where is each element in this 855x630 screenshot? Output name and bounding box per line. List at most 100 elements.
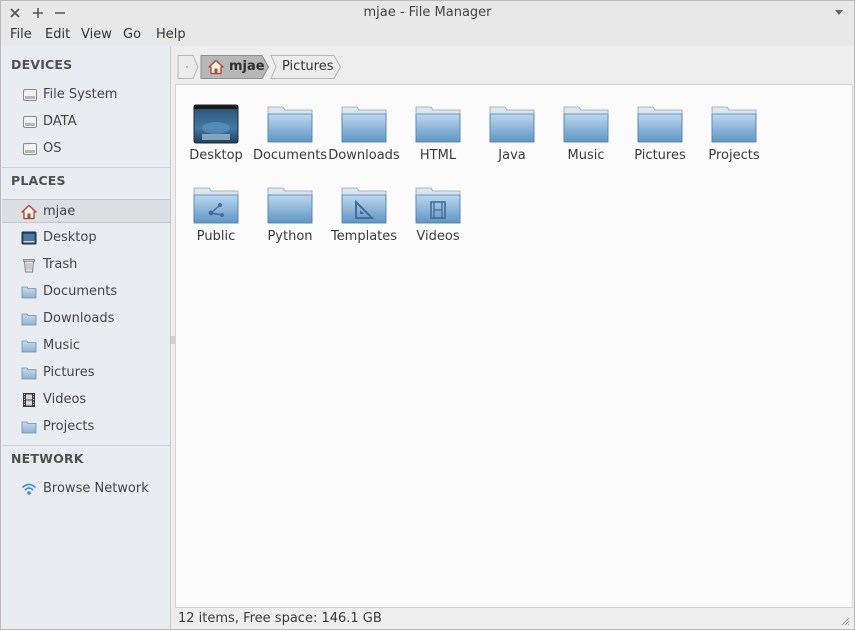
menu-go[interactable]: Go bbox=[123, 27, 141, 42]
folder-icon bbox=[415, 106, 461, 143]
sidebar-item-label: mjae bbox=[43, 204, 76, 219]
sidebar-item-label: Videos bbox=[43, 392, 87, 407]
folder-icon bbox=[267, 106, 313, 143]
window-title: mjae - File Manager bbox=[363, 5, 492, 20]
folder-public-icon bbox=[193, 187, 239, 224]
file-icon-view[interactable]: Desktop Documents Downloads HTML Java Mu… bbox=[175, 84, 853, 608]
breadcrumb-label: mjae bbox=[229, 59, 265, 74]
sidebar-item-label: Music bbox=[43, 338, 80, 353]
menu-help[interactable]: Help bbox=[156, 27, 186, 42]
folder-videos-icon bbox=[415, 187, 461, 224]
sidebar-item-label: Desktop bbox=[43, 230, 97, 245]
devices-header: DEVICES bbox=[11, 57, 73, 72]
file-item-label: Public bbox=[196, 229, 236, 244]
sidebar-item-label: Projects bbox=[43, 419, 95, 434]
file-item-python[interactable]: Python bbox=[253, 185, 327, 257]
wifi-icon bbox=[21, 483, 37, 495]
drive-icon bbox=[23, 116, 37, 128]
sidebar-item-label: Trash bbox=[43, 257, 78, 272]
menu-view[interactable]: View bbox=[81, 27, 112, 42]
folder-icon bbox=[21, 340, 37, 353]
file-item-label: Templates bbox=[330, 229, 398, 244]
chevron-down-icon bbox=[835, 10, 843, 15]
file-item-label: Documents bbox=[252, 148, 328, 163]
file-item-label: Downloads bbox=[328, 148, 400, 163]
drive-icon bbox=[23, 143, 37, 155]
section-divider bbox=[2, 445, 171, 446]
file-item-label: Projects bbox=[708, 148, 760, 163]
sidebar-item-file-system[interactable]: File System bbox=[2, 83, 170, 107]
sidebar-item-projects[interactable]: Projects bbox=[2, 415, 170, 439]
folder-icon bbox=[637, 106, 683, 143]
file-item-label: HTML bbox=[419, 148, 457, 163]
sidebar-item-browse-network[interactable]: Browse Network bbox=[2, 477, 170, 501]
home-icon bbox=[21, 204, 37, 220]
sidebar: DEVICES File System DATA OS PLACES mjae … bbox=[2, 46, 171, 629]
folder-icon bbox=[711, 106, 757, 143]
file-item-label: Python bbox=[267, 229, 313, 244]
sidebar-item-pictures[interactable]: Pictures bbox=[2, 361, 170, 385]
file-item-label: Videos bbox=[416, 229, 460, 244]
file-item-label: Desktop bbox=[189, 148, 243, 163]
file-item-html[interactable]: HTML bbox=[401, 104, 475, 176]
file-item-desktop[interactable]: Desktop bbox=[179, 104, 253, 176]
breadcrumb-mjae[interactable]: mjae bbox=[200, 55, 270, 79]
sidebar-item-label: File System bbox=[43, 87, 118, 102]
places-header: PLACES bbox=[11, 173, 66, 188]
window-menu-button[interactable] bbox=[832, 5, 846, 21]
sidebar-item-label: OS bbox=[43, 141, 62, 156]
sidebar-item-label: Downloads bbox=[43, 311, 115, 326]
file-item-downloads[interactable]: Downloads bbox=[327, 104, 401, 176]
menu-file[interactable]: File bbox=[10, 27, 32, 42]
file-item-java[interactable]: Java bbox=[475, 104, 549, 176]
breadcrumb-pictures[interactable]: Pictures bbox=[270, 55, 342, 79]
file-item-label: Music bbox=[567, 148, 605, 163]
folder-icon bbox=[21, 286, 37, 299]
menu-edit[interactable]: Edit bbox=[45, 27, 70, 42]
file-item-label: Pictures bbox=[634, 148, 686, 163]
menu-bar: File Edit View Go Help bbox=[1, 26, 854, 46]
sidebar-item-label: Pictures bbox=[43, 365, 95, 380]
status-text: 12 items, Free space: 146.1 GB bbox=[178, 611, 382, 626]
desktop-icon bbox=[21, 231, 37, 245]
sidebar-item-videos[interactable]: Videos bbox=[2, 388, 170, 412]
file-item-videos[interactable]: Videos bbox=[401, 185, 475, 257]
sidebar-item-os[interactable]: OS bbox=[2, 137, 170, 161]
sidebar-item-desktop[interactable]: Desktop bbox=[2, 226, 170, 250]
sidebar-item-music[interactable]: Music bbox=[2, 334, 170, 358]
sidebar-item-documents[interactable]: Documents bbox=[2, 280, 170, 304]
folder-icon bbox=[21, 313, 37, 326]
file-item-public[interactable]: Public bbox=[179, 185, 253, 257]
desktop-folder-icon bbox=[193, 104, 239, 144]
section-divider bbox=[2, 167, 171, 168]
folder-icon bbox=[341, 106, 387, 143]
breadcrumb-label: Pictures bbox=[282, 59, 334, 74]
sidebar-item-label: Browse Network bbox=[43, 481, 149, 496]
status-bar: 12 items, Free space: 146.1 GB bbox=[175, 608, 854, 629]
sidebar-item-mjae[interactable]: mjae bbox=[2, 199, 170, 223]
file-manager-window: mjae - File Manager File Edit View Go He… bbox=[0, 0, 855, 630]
file-item-documents[interactable]: Documents bbox=[253, 104, 327, 176]
home-icon bbox=[208, 59, 224, 75]
network-header: NETWORK bbox=[11, 451, 84, 466]
sidebar-item-label: DATA bbox=[43, 114, 77, 129]
drive-icon bbox=[23, 89, 37, 101]
folder-icon bbox=[21, 421, 37, 434]
file-item-music[interactable]: Music bbox=[549, 104, 623, 176]
file-item-templates[interactable]: Templates bbox=[327, 185, 401, 257]
folder-icon bbox=[489, 106, 535, 143]
title-bar[interactable]: mjae - File Manager bbox=[1, 1, 854, 26]
folder-templates-icon bbox=[341, 187, 387, 224]
sidebar-item-downloads[interactable]: Downloads bbox=[2, 307, 170, 331]
folder-icon bbox=[21, 367, 37, 380]
sidebar-item-label: Documents bbox=[43, 284, 118, 299]
file-item-label: Java bbox=[498, 148, 526, 163]
path-back-arrow-button[interactable] bbox=[177, 55, 199, 79]
resize-grip-icon[interactable] bbox=[841, 617, 850, 626]
path-bar: mjae Pictures bbox=[175, 46, 854, 84]
sidebar-item-data[interactable]: DATA bbox=[2, 110, 170, 134]
folder-icon bbox=[267, 187, 313, 224]
sidebar-item-trash[interactable]: Trash bbox=[2, 253, 170, 277]
file-item-pictures[interactable]: Pictures bbox=[623, 104, 697, 176]
file-item-projects[interactable]: Projects bbox=[697, 104, 771, 176]
